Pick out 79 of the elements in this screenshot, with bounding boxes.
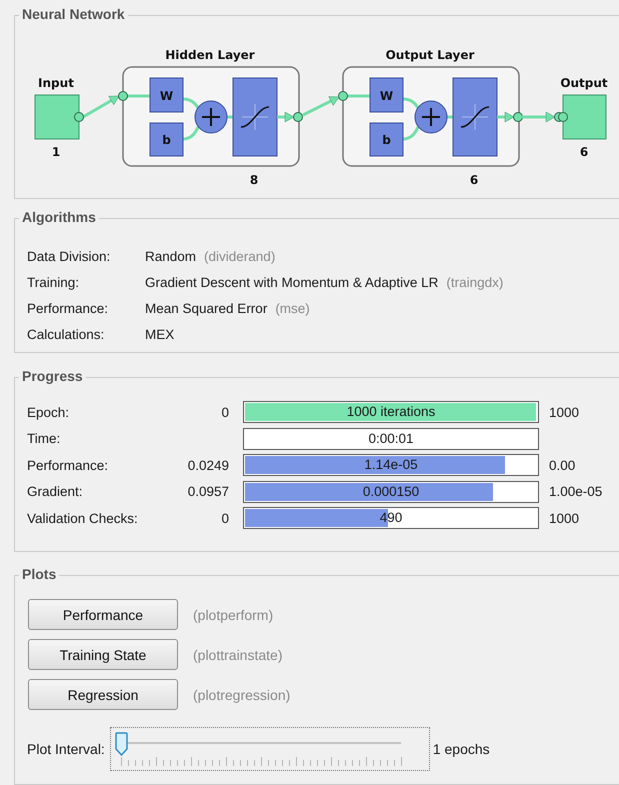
bias-label: b (382, 133, 391, 147)
bias-label: b (162, 133, 171, 147)
sum-icon (414, 100, 448, 134)
arrow (522, 112, 556, 122)
progress-value: 0.000150 (362, 484, 420, 499)
input-block (34, 94, 80, 140)
progress-value: 1000 iterations (346, 404, 436, 420)
progress-value: 1.14e-05 (363, 457, 419, 472)
end-value: 1000 (548, 404, 580, 420)
connector-line (402, 98, 420, 109)
field-label: Data Division: (27, 248, 112, 264)
start-value: 0.0957 (186, 484, 230, 500)
plot-button[interactable]: Performance (28, 599, 178, 630)
output-block (562, 94, 606, 140)
bias-block (370, 122, 404, 156)
arrow (497, 112, 514, 122)
layer-title: Hidden Layer (165, 48, 255, 62)
field-label: Calculations: (27, 326, 106, 342)
panel-title: Neural Network (19, 6, 128, 22)
layer-size: 8 (250, 173, 258, 187)
function-name: (dividerand) (204, 248, 276, 264)
function-name: (plotperform) (193, 606, 274, 622)
panel-title: Algorithms (19, 209, 99, 225)
field-label: Plot Interval: (27, 741, 105, 757)
transfer-function-icon (452, 78, 498, 156)
connector-dot (513, 112, 523, 122)
field-value: MEX (145, 326, 174, 342)
bias-block (150, 122, 184, 156)
end-value: 0.00 (548, 458, 576, 473)
weight-block (150, 78, 184, 112)
connector-dot (338, 91, 348, 101)
function-name: (plotregression) (193, 686, 290, 702)
field-label: Time: (27, 431, 62, 446)
panel-title: Plots (19, 566, 60, 582)
weight-label: W (380, 89, 394, 103)
arrow (302, 96, 340, 116)
connector-dot (118, 91, 128, 101)
field-label: Validation Checks: (27, 510, 139, 526)
weight-block (370, 78, 404, 112)
sum-icon (194, 100, 228, 134)
panel-title: Progress (19, 368, 86, 384)
layer-title: Output Layer (386, 48, 474, 62)
connector-line (402, 126, 420, 140)
slider-thumb[interactable] (114, 732, 128, 756)
start-value: 0 (220, 510, 230, 526)
input-size: 1 (52, 145, 60, 159)
start-value: 0 (220, 404, 230, 420)
layer-size: 6 (470, 173, 478, 187)
end-value: 1000 (548, 510, 580, 526)
plot-button[interactable]: Training State (28, 639, 178, 670)
connector-dot (293, 112, 303, 122)
end-value: 1.00e-05 (548, 484, 604, 500)
field-value: Random (145, 248, 196, 264)
function-name: (plottrainstate) (193, 646, 282, 662)
field-label: Epoch: (27, 404, 70, 420)
output-size: 6 (580, 145, 588, 159)
field-value: Mean Squared Error (145, 300, 268, 316)
arrow (82, 96, 120, 118)
transfer-function-icon (232, 78, 278, 156)
interval-slider[interactable] (110, 727, 430, 771)
weight-label: W (160, 89, 174, 103)
field-label: Performance: (27, 300, 110, 316)
connector-line (127, 94, 150, 98)
field-label: Training: (27, 274, 80, 290)
input-label: Input (38, 76, 74, 90)
plot-button[interactable]: Regression (28, 679, 178, 710)
output-label: Output (560, 76, 608, 90)
start-value: 0.0249 (186, 458, 230, 473)
arrow (277, 112, 294, 122)
connector-line (347, 94, 370, 98)
function-name: (mse) (275, 300, 310, 316)
connector-dot (74, 112, 84, 122)
function-name: (traingdx) (446, 274, 504, 290)
field-label: Gradient: (27, 484, 84, 500)
field-label: Performance: (27, 458, 110, 473)
slider-value: 1 epochs (432, 741, 490, 757)
field-value: Gradient Descent with Momentum & Adaptive LR (145, 274, 438, 290)
connector-line (182, 126, 200, 140)
connector-line (182, 98, 200, 109)
